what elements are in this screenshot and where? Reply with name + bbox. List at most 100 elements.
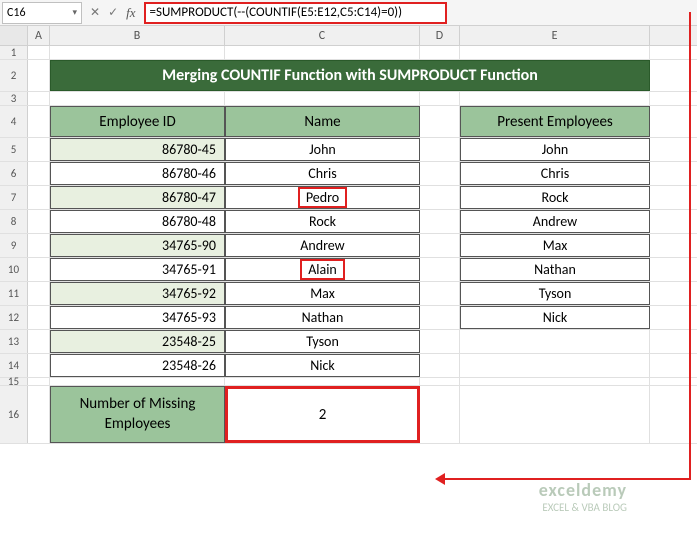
name-box[interactable]: C16 ▾: [2, 2, 82, 24]
col-header-E[interactable]: E: [460, 26, 650, 45]
cell-E1[interactable]: [460, 46, 650, 59]
cell-E3[interactable]: [460, 92, 650, 105]
cell-name[interactable]: Chris: [225, 162, 420, 185]
cell-present[interactable]: Nathan: [460, 258, 650, 281]
title-banner[interactable]: Merging COUNTIF Function with SUMPRODUCT…: [50, 60, 650, 91]
cell-D10[interactable]: [420, 258, 460, 281]
cell-D6[interactable]: [420, 162, 460, 185]
cell-D11[interactable]: [420, 282, 460, 305]
row-header-10[interactable]: 10: [0, 258, 28, 281]
row-header-15[interactable]: 15: [0, 378, 28, 385]
select-all-corner[interactable]: [0, 26, 28, 45]
cell-D4[interactable]: [420, 106, 460, 137]
cell-present[interactable]: [460, 330, 650, 353]
cell-D9[interactable]: [420, 234, 460, 257]
cell-employee-id[interactable]: 23548-26: [50, 354, 225, 377]
row-header-12[interactable]: 12: [0, 306, 28, 329]
cell-A2[interactable]: [28, 60, 50, 91]
cell-A16[interactable]: [28, 386, 50, 443]
row-header-13[interactable]: 13: [0, 330, 28, 353]
missing-label[interactable]: Number of Missing Employees: [50, 386, 225, 443]
row-header-4[interactable]: 4: [0, 106, 28, 137]
cell-employee-id[interactable]: 86780-47: [50, 186, 225, 209]
cell-A15[interactable]: [28, 378, 50, 385]
cell-E16[interactable]: [460, 386, 650, 443]
cell-D13[interactable]: [420, 330, 460, 353]
cell-employee-id[interactable]: 86780-48: [50, 210, 225, 233]
row-header-11[interactable]: 11: [0, 282, 28, 305]
formula-input[interactable]: =SUMPRODUCT(--(COUNTIF(E5:E12,C5:C14)=0)…: [144, 2, 447, 24]
row-header-5[interactable]: 5: [0, 138, 28, 161]
cell-A10[interactable]: [28, 258, 50, 281]
cell-A4[interactable]: [28, 106, 50, 137]
cell-B15[interactable]: [50, 378, 225, 385]
cell-employee-id[interactable]: 23548-25: [50, 330, 225, 353]
cell-present[interactable]: Max: [460, 234, 650, 257]
header-name[interactable]: Name: [225, 106, 420, 137]
cell-B3[interactable]: [50, 92, 225, 105]
cell-D16[interactable]: [420, 386, 460, 443]
fx-icon[interactable]: fx: [126, 5, 135, 21]
cell-D1[interactable]: [420, 46, 460, 59]
row-header-16[interactable]: 16: [0, 386, 28, 443]
cell-employee-id[interactable]: 34765-91: [50, 258, 225, 281]
cell-present[interactable]: Nick: [460, 306, 650, 329]
cell-name[interactable]: Nathan: [225, 306, 420, 329]
cell-name[interactable]: Pedro: [225, 186, 420, 209]
cancel-icon[interactable]: ✕: [90, 5, 100, 20]
cell-present[interactable]: Rock: [460, 186, 650, 209]
cell-present[interactable]: Tyson: [460, 282, 650, 305]
cell-present[interactable]: Andrew: [460, 210, 650, 233]
cell-B1[interactable]: [50, 46, 225, 59]
chevron-down-icon[interactable]: ▾: [72, 7, 77, 18]
cell-name[interactable]: Nick: [225, 354, 420, 377]
col-header-D[interactable]: D: [420, 26, 460, 45]
cell-D5[interactable]: [420, 138, 460, 161]
cell-D15[interactable]: [420, 378, 460, 385]
cell-A6[interactable]: [28, 162, 50, 185]
cell-D3[interactable]: [420, 92, 460, 105]
cell-D14[interactable]: [420, 354, 460, 377]
row-header-8[interactable]: 8: [0, 210, 28, 233]
row-header-3[interactable]: 3: [0, 92, 28, 105]
col-header-A[interactable]: A: [28, 26, 50, 45]
check-icon[interactable]: ✓: [108, 5, 118, 20]
cell-E15[interactable]: [460, 378, 650, 385]
cell-employee-id[interactable]: 34765-93: [50, 306, 225, 329]
cell-name[interactable]: Tyson: [225, 330, 420, 353]
result-cell[interactable]: 2: [225, 386, 420, 443]
col-header-B[interactable]: B: [50, 26, 225, 45]
row-header-1[interactable]: 1: [0, 46, 28, 59]
cell-name[interactable]: Max: [225, 282, 420, 305]
cell-C1[interactable]: [225, 46, 420, 59]
cell-A1[interactable]: [28, 46, 50, 59]
cell-C3[interactable]: [225, 92, 420, 105]
row-header-7[interactable]: 7: [0, 186, 28, 209]
cell-present[interactable]: [460, 354, 650, 377]
cell-D12[interactable]: [420, 306, 460, 329]
header-employee-id[interactable]: Employee ID: [50, 106, 225, 137]
cell-A3[interactable]: [28, 92, 50, 105]
row-header-14[interactable]: 14: [0, 354, 28, 377]
cell-A12[interactable]: [28, 306, 50, 329]
cell-A14[interactable]: [28, 354, 50, 377]
cell-A9[interactable]: [28, 234, 50, 257]
col-header-C[interactable]: C: [225, 26, 420, 45]
cell-employee-id[interactable]: 34765-90: [50, 234, 225, 257]
cell-C15[interactable]: [225, 378, 420, 385]
row-header-2[interactable]: 2: [0, 60, 28, 91]
cell-present[interactable]: John: [460, 138, 650, 161]
row-header-6[interactable]: 6: [0, 162, 28, 185]
cell-name[interactable]: John: [225, 138, 420, 161]
cell-A7[interactable]: [28, 186, 50, 209]
cell-name[interactable]: Rock: [225, 210, 420, 233]
cell-name[interactable]: Andrew: [225, 234, 420, 257]
row-header-9[interactable]: 9: [0, 234, 28, 257]
cell-A13[interactable]: [28, 330, 50, 353]
cell-D8[interactable]: [420, 210, 460, 233]
cell-present[interactable]: Chris: [460, 162, 650, 185]
cell-A11[interactable]: [28, 282, 50, 305]
cell-employee-id[interactable]: 86780-46: [50, 162, 225, 185]
cell-A5[interactable]: [28, 138, 50, 161]
cell-A8[interactable]: [28, 210, 50, 233]
